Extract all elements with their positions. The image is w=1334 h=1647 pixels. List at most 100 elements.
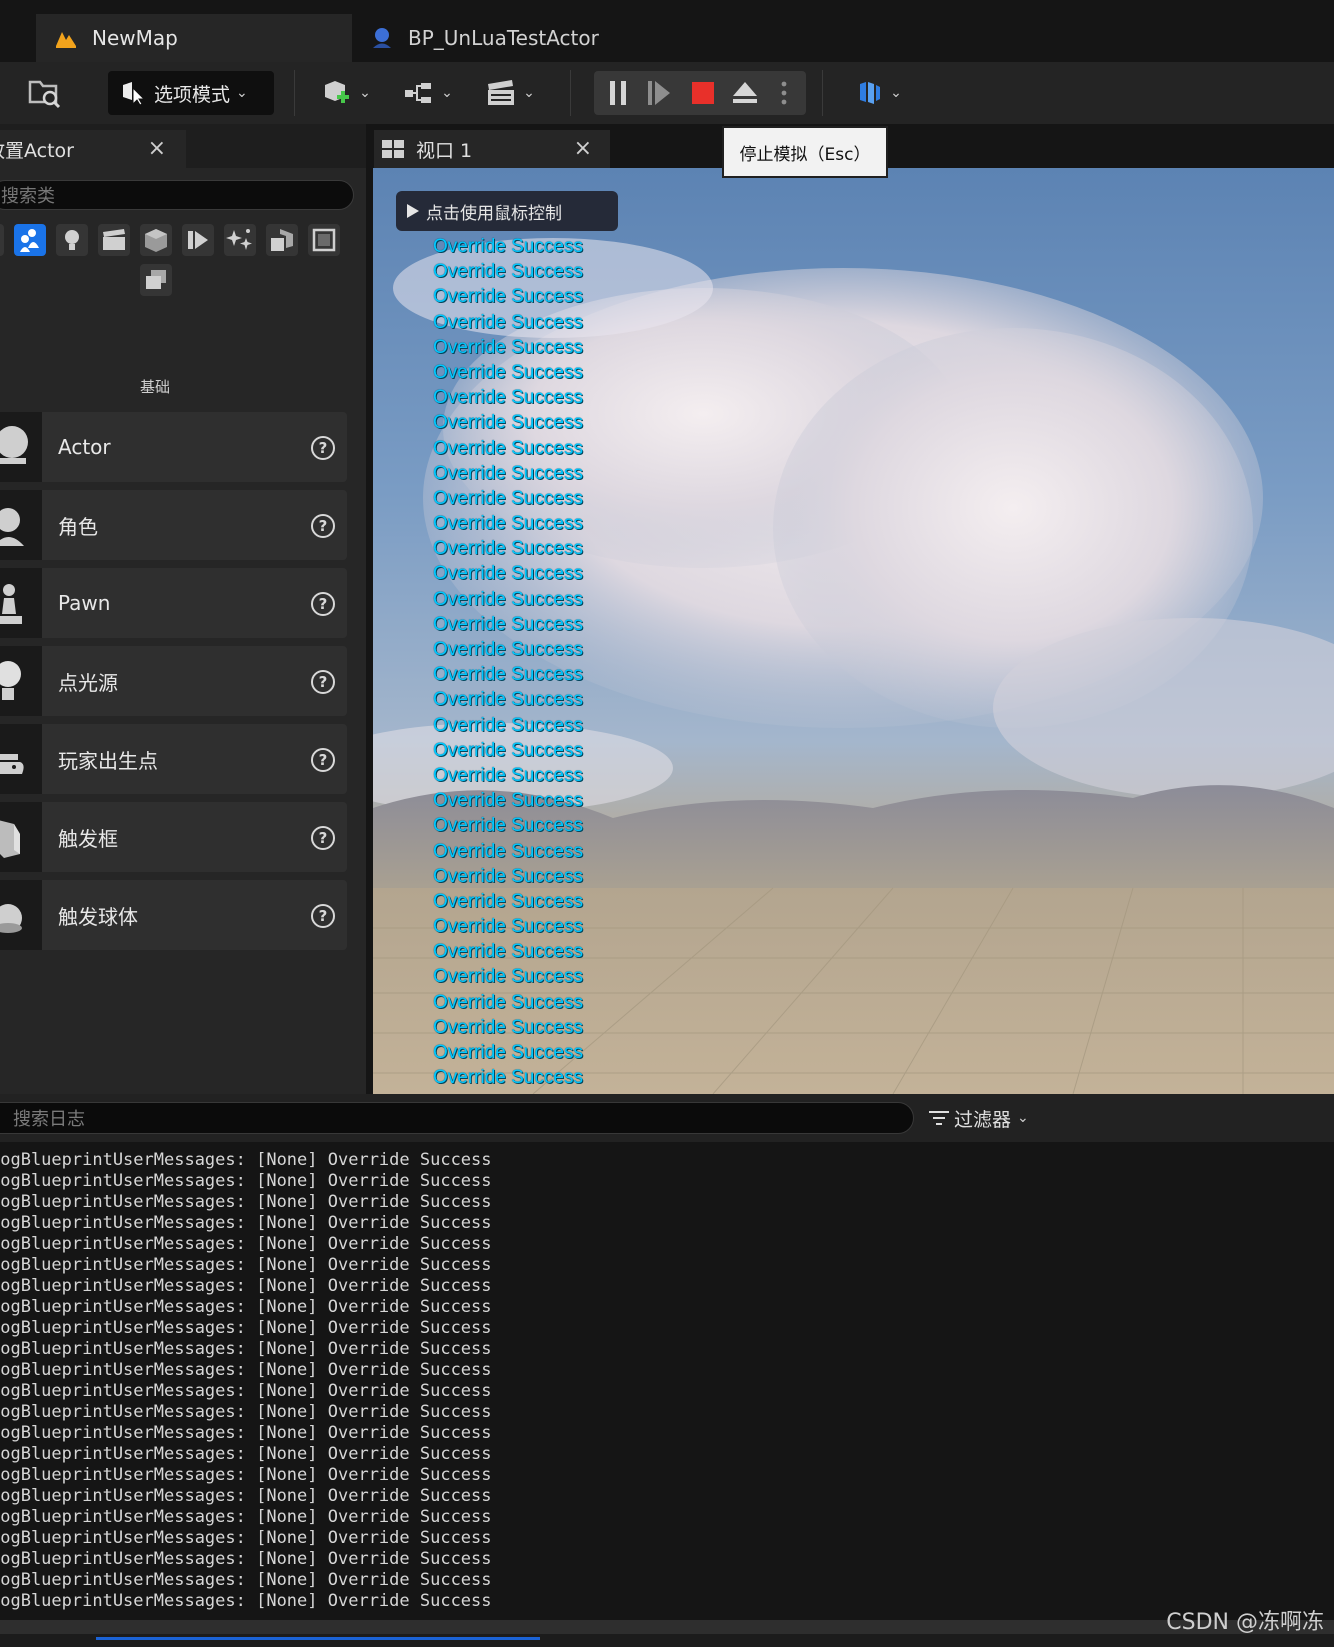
unreal-platform-icon	[860, 82, 881, 104]
screen-message: Override Success	[433, 714, 583, 736]
output-log-panel: 搜索日志 过滤器 ⌄ LogBlueprintUserMessages: [No…	[0, 1094, 1334, 1647]
step-forward-icon	[648, 81, 670, 105]
log-line: LogBlueprintUserMessages: [None] Overrid…	[0, 1297, 492, 1317]
content-browser-button[interactable]	[24, 71, 64, 115]
log-line: LogBlueprintUserMessages: [None] Overrid…	[0, 1570, 492, 1590]
actor-item-point-light[interactable]: 点光源 ?	[0, 646, 347, 716]
viewport-tab[interactable]: 视口 1 ×	[374, 130, 610, 168]
screen-message: Override Success	[433, 865, 583, 887]
unreal-level-icon	[52, 24, 80, 52]
stop-button[interactable]	[686, 71, 720, 115]
log-line: LogBlueprintUserMessages: [None] Overrid…	[0, 1528, 492, 1548]
place-actors-body: 搜索类 基础 Actor ? 角色 ? Pawn ? 点光源 ? 玩家出生点 ?…	[0, 168, 366, 1094]
log-line: LogBlueprintUserMessages: [None] Overrid…	[0, 1465, 492, 1485]
trigger-box-icon	[0, 802, 42, 872]
level-toolbar: 选项模式 ⌄ ⌄ ⌄ ⌄ ⌄	[0, 62, 1334, 124]
screen-message: Override Success	[433, 311, 583, 333]
tab-label: NewMap	[92, 26, 178, 50]
platforms-button[interactable]: ⌄	[852, 71, 906, 115]
mouse-control-hint[interactable]: 点击使用鼠标控制	[396, 191, 618, 231]
more-vertical-icon	[781, 81, 787, 105]
eject-button[interactable]	[728, 71, 762, 115]
close-icon[interactable]: ×	[574, 136, 592, 161]
trigger-sphere-icon	[0, 880, 42, 950]
log-search-bar: 搜索日志 过滤器 ⌄	[0, 1094, 1334, 1142]
log-line: LogBlueprintUserMessages: [None] Overrid…	[0, 1171, 492, 1191]
actor-item-label: Pawn	[58, 591, 111, 615]
log-line: LogBlueprintUserMessages: [None] Overrid…	[0, 1360, 492, 1380]
class-search-input[interactable]: 搜索类	[0, 180, 354, 210]
chevron-down-icon: ⌄	[523, 85, 535, 101]
mode-label: 选项模式	[154, 83, 231, 106]
actor-item-pawn[interactable]: Pawn ?	[0, 568, 347, 638]
viewport-tab-label: 视口 1	[416, 139, 473, 162]
log-line: LogBlueprintUserMessages: [None] Overrid…	[0, 1591, 492, 1611]
cinematics-button[interactable]: ⌄	[482, 71, 538, 115]
screen-message: Override Success	[433, 563, 583, 585]
filter-icon	[929, 1111, 949, 1125]
screen-message: Override Success	[433, 286, 583, 308]
category-basic-icon[interactable]	[14, 224, 46, 256]
geometry-icon[interactable]	[266, 224, 298, 256]
document-tab-bar: NewMap BP_UnLuaTestActor	[0, 14, 1334, 62]
help-icon[interactable]: ?	[311, 826, 335, 850]
advance-frame-button[interactable]	[642, 71, 676, 115]
actor-item-player-start[interactable]: 玩家出生点 ?	[0, 724, 347, 794]
chevron-down-icon: ⌄	[359, 85, 371, 101]
place-actors-tab[interactable]: 放置Actor ×	[0, 130, 186, 168]
screen-message: Override Success	[433, 462, 583, 484]
help-icon[interactable]: ?	[311, 748, 335, 772]
help-icon[interactable]: ?	[311, 670, 335, 694]
chevron-down-icon: ⌄	[236, 85, 248, 101]
category-recent-icon[interactable]	[0, 224, 4, 256]
actor-item-label: 玩家出生点	[58, 748, 158, 773]
log-line: LogBlueprintUserMessages: [None] Overrid…	[0, 1234, 492, 1254]
pause-button[interactable]	[602, 71, 634, 115]
lightbulb-icon[interactable]	[56, 224, 88, 256]
screen-message: Override Success	[433, 764, 583, 786]
actor-item-character[interactable]: 角色 ?	[0, 490, 347, 560]
level-viewport[interactable]: 点击使用鼠标控制 Override Success Override Succes…	[373, 168, 1334, 1094]
log-line: LogBlueprintUserMessages: [None] Overrid…	[0, 1213, 492, 1233]
screen-message: Override Success	[433, 236, 583, 257]
tab-bp-unlua-test-actor[interactable]: BP_UnLuaTestActor	[362, 14, 662, 62]
log-line: LogBlueprintUserMessages: [None] Overrid…	[0, 1276, 492, 1296]
clapperboard-icon[interactable]	[98, 224, 130, 256]
log-search-input[interactable]: 搜索日志	[0, 1102, 914, 1134]
close-icon[interactable]: ×	[148, 136, 166, 161]
volumes-icon[interactable]	[308, 224, 340, 256]
place-actors-panel: 放置Actor × 搜索类	[0, 124, 366, 1094]
visual-effects-icon[interactable]	[182, 224, 214, 256]
horizontal-scrollbar[interactable]	[0, 1620, 1334, 1634]
actor-item-trigger-sphere[interactable]: 触发球体 ?	[0, 880, 347, 950]
stop-simulation-tooltip: 停止模拟（Esc）	[722, 126, 888, 178]
help-icon[interactable]: ?	[311, 436, 335, 460]
cube-icon[interactable]	[140, 224, 172, 256]
help-icon[interactable]: ?	[311, 514, 335, 538]
watermark: CSDN @冻啊冻	[1166, 1610, 1324, 1635]
screen-message: Override Success	[433, 336, 583, 358]
tab-newmap[interactable]: NewMap	[36, 14, 352, 62]
selection-mode-dropdown[interactable]: 选项模式 ⌄	[108, 71, 274, 115]
help-icon[interactable]: ?	[311, 592, 335, 616]
screen-message: Override Success	[433, 387, 583, 409]
sparkles-icon[interactable]	[224, 224, 256, 256]
actor-item-actor[interactable]: Actor ?	[0, 412, 347, 482]
screen-message: Override Success	[433, 790, 583, 812]
all-classes-icon[interactable]	[140, 264, 172, 296]
log-line: LogBlueprintUserMessages: [None] Overrid…	[0, 1381, 492, 1401]
play-options-button[interactable]	[770, 71, 798, 115]
log-line: LogBlueprintUserMessages: [None] Overrid…	[0, 1255, 492, 1275]
filters-dropdown[interactable]: 过滤器 ⌄	[928, 1102, 1029, 1134]
actor-item-trigger-box[interactable]: 触发框 ?	[0, 802, 347, 872]
screen-message: Override Success	[433, 437, 583, 459]
character-icon	[0, 490, 42, 560]
help-icon[interactable]: ?	[311, 904, 335, 928]
blueprints-button[interactable]: ⌄	[400, 71, 456, 115]
point-light-icon	[0, 646, 42, 716]
chevron-down-icon: ⌄	[890, 85, 902, 101]
blueprint-actor-icon	[368, 24, 396, 52]
add-actor-button[interactable]: ⌄	[318, 71, 374, 115]
filters-label: 过滤器	[954, 1108, 1012, 1131]
log-line: LogBlueprintUserMessages: [None] Overrid…	[0, 1402, 492, 1422]
